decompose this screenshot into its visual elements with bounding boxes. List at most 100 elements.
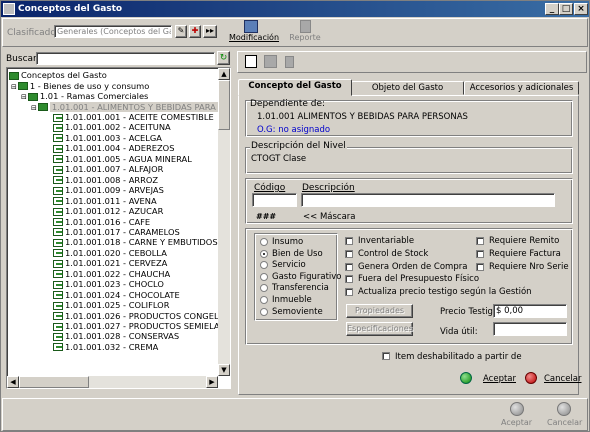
tree-item-label: 1.01.001.008 - ARROZ xyxy=(65,174,159,185)
tree-item[interactable]: 1.01.001.009 - ARVEJAS xyxy=(53,185,164,195)
clasificador-nav-button[interactable]: ▸▸ xyxy=(203,25,217,38)
tab-objeto-del-gasto[interactable]: Objeto del Gasto xyxy=(351,81,464,95)
modificacion-button[interactable]: Modificación xyxy=(229,18,280,47)
radio-button[interactable] xyxy=(260,249,268,258)
tree-item[interactable]: 1.01.001.016 - CAFE xyxy=(53,217,150,227)
inner-cancelar-button[interactable]: Cancelar xyxy=(522,370,584,386)
descripcion-nivel-label: Descripción del Nivel xyxy=(250,141,347,151)
delete-icon[interactable] xyxy=(285,56,294,68)
item-icon xyxy=(53,207,63,216)
codigo-input[interactable] xyxy=(252,193,297,207)
checkbox[interactable] xyxy=(345,262,353,271)
tree-node-level2[interactable]: ⊟ 1.01 - Ramas Comerciales xyxy=(21,91,148,101)
tree-horizontal-scrollbar[interactable]: ◀ ▶ xyxy=(7,376,218,388)
folder-icon xyxy=(37,103,48,111)
clasificador-select[interactable]: Generales (Conceptos del Gasto) xyxy=(54,25,172,38)
tree-item[interactable]: 1.01.001.022 - CHAUCHA xyxy=(53,269,170,279)
tree-item[interactable]: 1.01.001.025 - COLIFLOR xyxy=(53,300,169,310)
radio-button[interactable] xyxy=(260,238,268,246)
search-refresh-button[interactable]: ↻ xyxy=(217,51,230,65)
checkbox[interactable] xyxy=(345,249,353,258)
bottom-cancelar-button[interactable]: Cancelar xyxy=(544,400,584,430)
item-icon xyxy=(53,218,63,226)
close-button[interactable]: × xyxy=(574,3,588,15)
item-icon xyxy=(53,134,63,143)
tree-item[interactable]: 1.01.001.001 - ACEITE COMESTIBLE xyxy=(53,112,214,122)
deshabilitado-checkbox[interactable] xyxy=(382,352,390,360)
tree-item[interactable]: 1.01.001.032 - CREMA xyxy=(53,342,158,352)
tree-node-level3[interactable]: ⊟ 1.01.001 - ALIMENTOS Y BEBIDAS PARA PE xyxy=(31,101,230,112)
concept-tree[interactable]: Conceptos del Gasto ⊟ 1 - Bienes de uso y… xyxy=(6,67,231,389)
tree-item-label: 1.01.001.025 - COLIFLOR xyxy=(65,300,170,311)
tab-concepto-del-gasto[interactable]: Concepto del Gasto xyxy=(238,79,352,96)
radio-button[interactable] xyxy=(260,296,268,304)
tab-accesorios[interactable]: Accesorios y adicionales xyxy=(464,81,579,95)
item-icon xyxy=(53,197,63,206)
item-icon xyxy=(53,270,63,279)
tree-item[interactable]: 1.01.001.028 - CONSERVAS xyxy=(53,331,179,341)
vida-util-input[interactable] xyxy=(493,322,567,336)
refresh-icon: ↻ xyxy=(219,53,228,63)
tree-item[interactable]: 1.01.001.017 - CARAMELOS xyxy=(53,227,180,237)
tree-node-level1[interactable]: ⊟ 1 - Bienes de uso y consumo xyxy=(11,81,149,91)
tree-item-label: 1.01.001.020 - CEBOLLA xyxy=(65,247,167,258)
item-icon xyxy=(53,123,63,132)
checkbox[interactable] xyxy=(345,275,353,284)
bottom-cancelar-label: Cancelar xyxy=(547,418,583,427)
tree-item[interactable]: 1.01.001.011 - AVENA xyxy=(53,196,157,206)
tree-item[interactable]: 1.01.001.004 - ADEREZOS xyxy=(53,143,174,153)
tree-item-label: 1.01.001.009 - ARVEJAS xyxy=(65,185,164,196)
clasificador-add-button[interactable]: ✚ xyxy=(189,25,201,38)
tree-item[interactable]: 1.01.001.012 - AZUCAR xyxy=(53,206,163,216)
collapse-icon: ⊟ xyxy=(11,82,17,91)
tree-vertical-scrollbar[interactable]: ▲ ▼ xyxy=(218,68,230,376)
scroll-down-button[interactable]: ▼ xyxy=(218,364,230,376)
tree-item[interactable]: 1.01.001.023 - CHOCLO xyxy=(53,279,164,289)
scroll-left-button[interactable]: ◀ xyxy=(7,376,19,388)
new-document-icon[interactable] xyxy=(245,55,257,68)
radio-button[interactable] xyxy=(260,307,268,316)
clasificador-edit-button[interactable]: ✎ xyxy=(175,25,187,38)
tree-item[interactable]: 1.01.001.008 - ARROZ xyxy=(53,175,158,185)
codigo-label: Código xyxy=(254,183,286,193)
item-icon xyxy=(53,249,63,258)
tree-item[interactable]: 1.01.001.005 - AGUA MINERAL xyxy=(53,154,192,164)
bottom-aceptar-button[interactable]: Aceptar xyxy=(497,400,537,430)
main-window: Conceptos del Gasto _ □ × Clasificador: … xyxy=(0,0,590,432)
checkbox-label: Control de Stock xyxy=(358,248,429,259)
propiedades-button[interactable]: Propiedades xyxy=(346,304,413,318)
checkbox[interactable] xyxy=(345,288,353,297)
modificacion-label: Modificación xyxy=(229,33,280,42)
tree-node-root[interactable]: Conceptos del Gasto xyxy=(9,70,107,80)
checkbox[interactable] xyxy=(345,237,353,245)
tree-item[interactable]: 1.01.001.003 - ACELGA xyxy=(53,133,162,143)
collapse-icon: ⊟ xyxy=(31,103,37,112)
tree-item[interactable]: 1.01.001.002 - ACEITUNA xyxy=(53,122,171,132)
especificaciones-button[interactable]: Especificaciones xyxy=(346,322,413,336)
checkbox[interactable] xyxy=(476,249,484,258)
radio-button[interactable] xyxy=(260,272,268,281)
reporte-label: Reporte xyxy=(289,33,321,42)
tree-item[interactable]: 1.01.001.020 - CEBOLLA xyxy=(53,248,167,258)
inner-aceptar-button[interactable]: Aceptar xyxy=(457,370,519,386)
tree-item[interactable]: 1.01.001.027 - PRODUCTOS SEMIELABOI xyxy=(53,321,230,331)
scroll-thumb[interactable] xyxy=(218,80,230,130)
maximize-button[interactable]: □ xyxy=(559,3,573,15)
tree-item[interactable]: 1.01.001.024 - CHOCOLATE xyxy=(53,290,180,300)
checkbox[interactable] xyxy=(476,237,484,245)
precio-testigo-input[interactable]: $ 0,00 xyxy=(493,304,567,318)
descripcion-input[interactable] xyxy=(301,193,555,207)
tree-item[interactable]: 1.01.001.026 - PRODUCTOS CONGELADO xyxy=(53,311,230,321)
tree-item[interactable]: 1.01.001.007 - ALFAJOR xyxy=(53,164,163,174)
cancel-icon xyxy=(525,372,537,384)
tree-item[interactable]: 1.01.001.018 - CARNE Y EMBUTIDOS xyxy=(53,237,218,247)
checkbox[interactable] xyxy=(476,262,484,271)
scroll-right-button[interactable]: ▶ xyxy=(206,376,218,388)
search-input[interactable] xyxy=(36,52,215,65)
hscroll-thumb[interactable] xyxy=(19,376,89,388)
copy-icon[interactable] xyxy=(264,55,277,68)
scroll-up-button[interactable]: ▲ xyxy=(218,68,230,80)
tree-item[interactable]: 1.01.001.021 - CERVEZA xyxy=(53,258,167,268)
minimize-button[interactable]: _ xyxy=(545,3,559,15)
reporte-button[interactable]: Reporte xyxy=(283,18,327,47)
